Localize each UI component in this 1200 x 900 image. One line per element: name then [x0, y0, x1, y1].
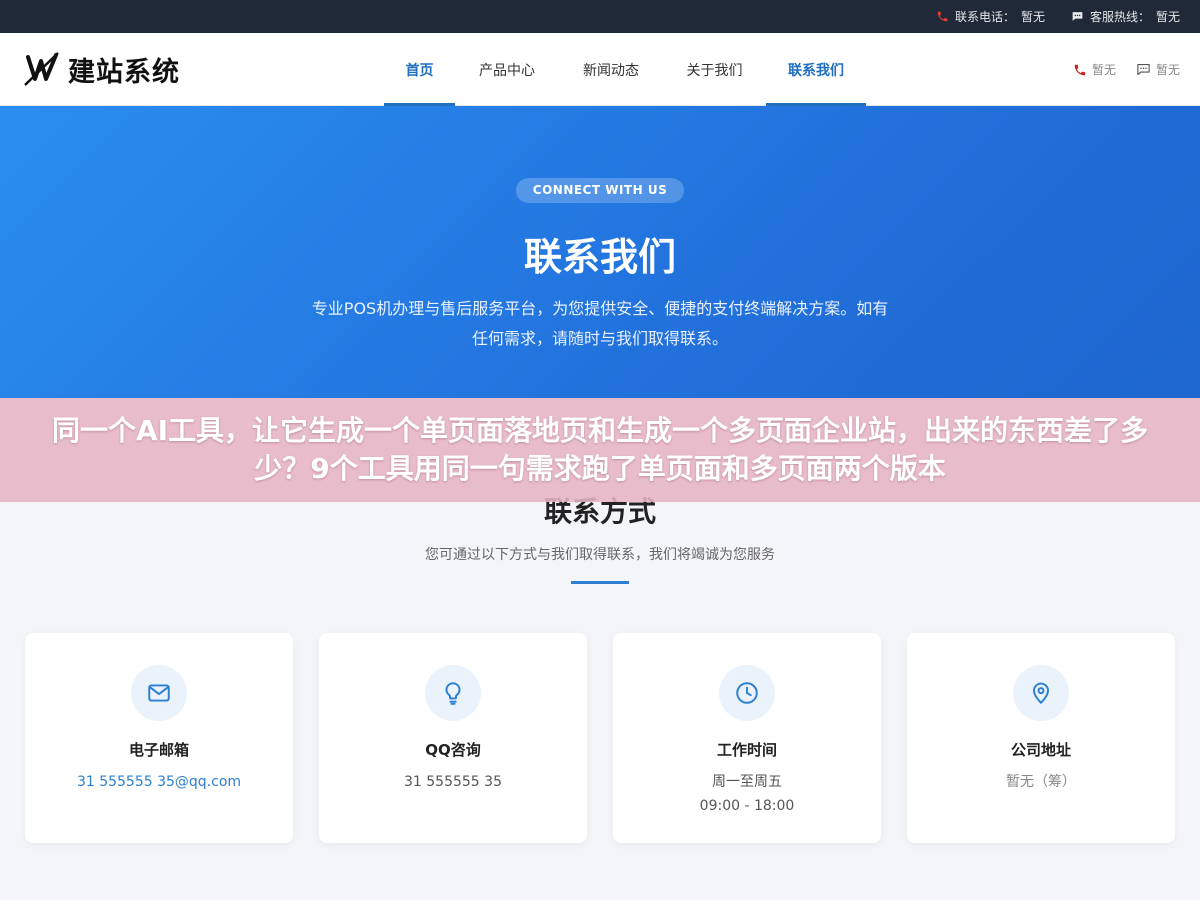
topbar-hotline-value: 暂无: [1155, 10, 1180, 24]
contact-card-address: 公司地址 暂无（筹）: [907, 633, 1175, 843]
email-link[interactable]: 31 555555 35@qq.com: [25, 770, 293, 794]
logo-mark-icon: [24, 52, 59, 86]
header-phone[interactable]: 暂无: [1073, 61, 1116, 78]
phone-icon: [1074, 64, 1086, 75]
topbar-hotline-label: 客服热线：: [1089, 10, 1150, 24]
card-title: QQ咨询: [425, 741, 481, 759]
chat-icon: [1137, 63, 1150, 76]
header-chat[interactable]: 暂无: [1136, 61, 1180, 78]
hero-banner: CONNECT WITH US 联系我们 专业POS机办理与售后服务平台，为您提…: [0, 106, 1200, 398]
nav-item-home[interactable]: 首页: [384, 33, 455, 106]
overlay-caption: 同一个AI工具，让它生成一个单页面落地页和生成一个多页面企业站，出来的东西差了多…: [0, 398, 1200, 502]
phone-icon: [937, 11, 948, 22]
topbar-phone-label: 联系电话：: [954, 10, 1015, 24]
address-value: 暂无（筹）: [1006, 774, 1076, 790]
section-subtitle: 您可通过以下方式与我们取得联系，我们将竭诚为您服务: [425, 547, 775, 563]
work-time: 09:00 - 18:00: [699, 798, 795, 814]
topbar-phone-value: 暂无: [1020, 10, 1045, 24]
overlay-text: 同一个AI工具，让它生成一个单页面落地页和生成一个多页面企业站，出来的东西差了多…: [51, 414, 1149, 485]
logo-text: 建站系统: [68, 56, 180, 88]
topbar-hotline: 客服热线： 暂无: [1071, 8, 1180, 25]
top-bar: 联系电话： 暂无 客服热线： 暂无: [0, 0, 1200, 33]
contact-cards: 电子邮箱 31 555555 35@qq.com QQ咨询 31 555555 …: [25, 633, 1175, 843]
header-chat-value: 暂无: [1155, 63, 1180, 77]
lightbulb-icon: [425, 665, 481, 721]
work-days: 周一至周五: [712, 774, 782, 790]
contact-card-email: 电子邮箱 31 555555 35@qq.com: [25, 633, 293, 843]
card-title: 工作时间: [716, 741, 777, 759]
topbar-phone: 联系电话： 暂无: [936, 8, 1045, 25]
site-logo[interactable]: 建站系统: [22, 49, 180, 89]
section-divider: [571, 581, 629, 584]
clock-icon: [719, 665, 775, 721]
contact-card-qq: QQ咨询 31 555555 35: [319, 633, 587, 843]
hero-description: 专业POS机办理与售后服务平台，为您提供安全、便捷的支付终端解决方案。如有任何需…: [311, 299, 889, 348]
hero-title: 联系我们: [523, 235, 676, 279]
nav-item-products[interactable]: 产品中心: [455, 33, 559, 106]
header-contact: 暂无 暂无: [1073, 61, 1180, 78]
nav-item-contact[interactable]: 联系我们: [766, 33, 866, 106]
qq-number: 31 555555 35: [404, 774, 502, 790]
card-title: 电子邮箱: [128, 741, 189, 759]
nav-item-news[interactable]: 新闻动态: [559, 33, 663, 106]
work-hours: 周一至周五 09:00 - 18:00: [613, 770, 881, 818]
site-header: 建站系统 首页 产品中心 新闻动态 关于我们 联系我们 暂无 暂无: [0, 33, 1200, 106]
nav-item-about[interactable]: 关于我们: [663, 33, 766, 106]
location-pin-icon: [1013, 665, 1069, 721]
hero-pill: CONNECT WITH US: [516, 178, 684, 203]
card-title: 公司地址: [1010, 741, 1071, 759]
header-phone-value: 暂无: [1091, 63, 1116, 77]
mail-icon: [131, 665, 187, 721]
main-nav: 首页 产品中心 新闻动态 关于我们 联系我们: [384, 33, 866, 106]
contact-card-hours: 工作时间 周一至周五 09:00 - 18:00: [613, 633, 881, 843]
chat-icon: [1072, 12, 1083, 21]
